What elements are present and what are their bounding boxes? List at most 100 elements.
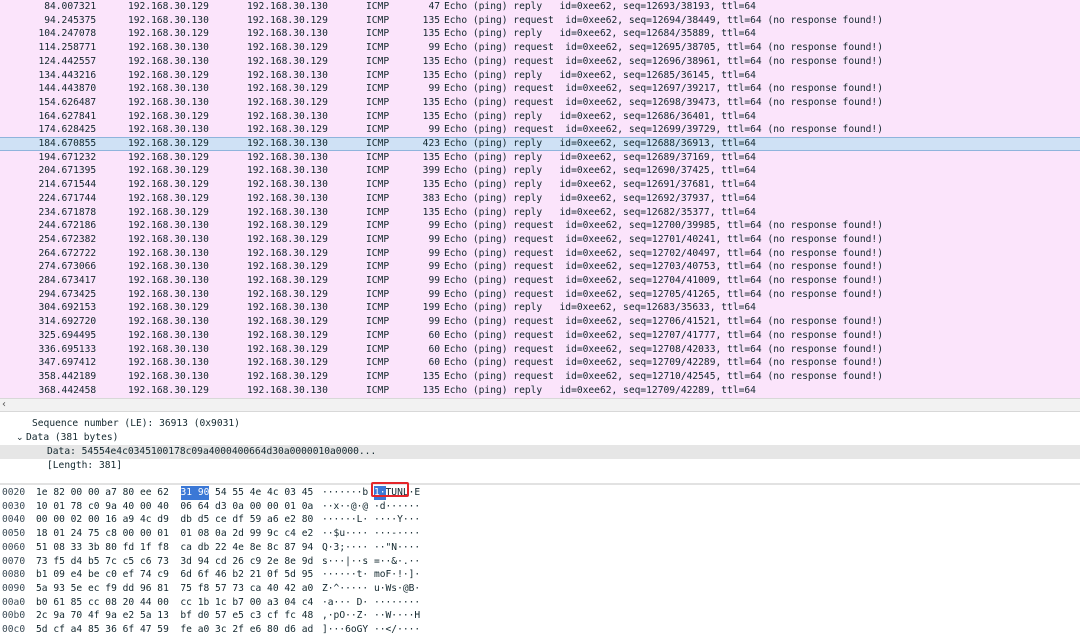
bytes-ascii[interactable]: Q·3;···· ··"N····: [322, 541, 420, 555]
packet-len: 99: [428, 247, 440, 259]
packet-src: 192.168.30.129: [128, 110, 209, 122]
packet-row[interactable]: 34 7.697412 192.168.30.130 192.168.30.129 IC…: [0, 356, 1080, 370]
packet-info: Echo (ping) request id=0xee62, seq=12708…: [444, 343, 883, 355]
packet-row[interactable]: 25 4.672382 192.168.30.130 192.168.30.129 IC…: [0, 233, 1080, 247]
packet-info: Echo (ping) request id=0xee62, seq=12704…: [444, 275, 883, 286]
packet-dst: 192.168.30.129: [247, 316, 328, 328]
packet-row[interactable]: 16 4.627841 192.168.30.129 192.168.30.130 IC…: [0, 110, 1080, 124]
packet-len: 135: [422, 96, 440, 108]
packet-row[interactable]: 32 5.694495 192.168.30.130 192.168.30.129 IC…: [0, 329, 1080, 343]
bytes-row[interactable]: 0070 73 f5 d4 b5 7c c5 c6 73 3d 94 cd 26 …: [0, 555, 1080, 569]
packet-no: 22: [38, 192, 50, 204]
scroll-left-arrow-icon[interactable]: ‹: [2, 399, 12, 411]
bytes-ascii[interactable]: ······t· moF·!·]·: [322, 568, 420, 582]
detail-sequence-number-le[interactable]: Sequence number (LE): 36913 (0x9031): [32, 417, 240, 431]
bytes-ascii[interactable]: Z·^····· u·Ws·@B·: [322, 582, 420, 596]
bytes-hex[interactable]: 18 01 24 75 c8 00 00 01 01 08 0a 2d 99 9…: [36, 527, 313, 541]
horizontal-scrollbar[interactable]: ‹: [0, 398, 1080, 412]
packet-row[interactable]: 26 4.672722 192.168.30.130 192.168.30.129 IC…: [0, 247, 1080, 261]
packet-row[interactable]: 9 4.245375 192.168.30.130 192.168.30.129 ICM…: [0, 14, 1080, 28]
tree-expanded-icon[interactable]: ⌄: [16, 432, 26, 446]
bytes-row[interactable]: 00c0 5d cf a4 85 36 6f 47 59 fe a0 3c 2f …: [0, 623, 1080, 637]
bytes-row[interactable]: 0060 51 08 33 3b 80 fd 1f f8 ca db 22 4e …: [0, 541, 1080, 555]
bytes-hex[interactable]: 5a 93 5e ec f9 dd 96 81 75 f8 57 73 ca 4…: [36, 582, 313, 596]
packet-row[interactable]: 31 4.692720 192.168.30.130 192.168.30.129 IC…: [0, 315, 1080, 329]
selected-hex-bytes[interactable]: 31 90: [180, 486, 210, 500]
bytes-ascii[interactable]: ··$u···· ···-····: [322, 527, 420, 541]
packet-row[interactable]: 27 4.673066 192.168.30.130 192.168.30.129 IC…: [0, 260, 1080, 274]
packet-no: 28: [38, 275, 50, 286]
packet-src: 192.168.30.129: [128, 192, 209, 204]
packet-time: 4.673066: [50, 261, 97, 273]
detail-data-tree[interactable]: ⌄ Data (381 bytes): [16, 431, 118, 445]
packet-row[interactable]: 30 4.692153 192.168.30.129 192.168.30.130 IC…: [0, 301, 1080, 315]
packet-proto: ICMP: [366, 110, 390, 122]
packet-row[interactable]: 36 8.442458 192.168.30.129 192.168.30.130 IC…: [0, 384, 1080, 398]
bytes-row[interactable]: 0050 18 01 24 75 c8 00 00 01 01 08 0a 2d …: [0, 527, 1080, 541]
bytes-hex[interactable]: 5d cf a4 85 36 6f 47 59 fe a0 3c 2f e6 8…: [36, 623, 313, 637]
bytes-row[interactable]: 00a0 b0 61 85 cc 08 20 44 00 cc 1b 1c b7 …: [0, 596, 1080, 610]
bytes-row[interactable]: 00b0 2c 9a 70 4f 9a e2 5a 13 bf d0 57 e5 …: [0, 609, 1080, 623]
bytes-row[interactable]: 0090 5a 93 5e ec f9 dd 96 81 75 f8 57 73 …: [0, 582, 1080, 596]
packet-proto: ICMP: [366, 384, 390, 396]
bytes-ascii[interactable]: ··x··@·@ ·d······: [322, 500, 420, 514]
packet-no: 9: [44, 14, 50, 26]
bytes-ascii[interactable]: s···|··s =··&·.··: [322, 555, 420, 569]
packet-row[interactable]: 13 4.443216 192.168.30.129 192.168.30.130 IC…: [0, 69, 1080, 83]
bytes-hex[interactable]: b1 09 e4 be c0 ef 74 c9 6d 6f 46 b2 21 0…: [36, 568, 313, 582]
packet-bytes-pane[interactable]: 0020 1e 82 00 00 a7 80 ee 62 31 90 54 55 …: [0, 486, 1080, 635]
packet-proto: ICMP: [366, 179, 390, 191]
bytes-hex[interactable]: 73 f5 d4 b5 7c c5 c6 73 3d 94 cd 26 c9 2…: [36, 555, 313, 569]
packet-row[interactable]: 17 4.628425 192.168.30.130 192.168.30.129 IC…: [0, 123, 1080, 137]
packet-row[interactable]: 8 4.007321 192.168.30.129 192.168.30.130 ICM…: [0, 0, 1080, 14]
detail-data-length[interactable]: [Length: 381]: [47, 459, 122, 473]
packet-len: 135: [422, 110, 440, 122]
bytes-row[interactable]: 0080 b1 09 e4 be c0 ef 74 c9 6d 6f 46 b2 …: [0, 568, 1080, 582]
packet-row[interactable]: 14 4.443870 192.168.30.130 192.168.30.129 IC…: [0, 82, 1080, 96]
packet-row[interactable]: 28 4.673417 192.168.30.130 192.168.30.129 IC…: [0, 274, 1080, 288]
packet-dst: 192.168.30.129: [247, 14, 328, 26]
pane-divider[interactable]: [0, 483, 1080, 485]
packet-src: 192.168.30.130: [128, 288, 209, 300]
packet-row[interactable]: 23 4.671878 192.168.30.129 192.168.30.130 IC…: [0, 206, 1080, 220]
packet-row[interactable]: 22 4.671744 192.168.30.129 192.168.30.130 IC…: [0, 192, 1080, 206]
packet-len: 47: [428, 1, 440, 12]
packet-row[interactable]: 10 4.247078 192.168.30.129 192.168.30.130 IC…: [0, 27, 1080, 41]
bytes-ascii[interactable]: ]···6oGY ··</····: [322, 623, 420, 637]
bytes-row[interactable]: 0040 00 00 02 00 16 a9 4c d9 db d5 ce df …: [0, 513, 1080, 527]
packet-proto: ICMP: [366, 247, 390, 259]
bytes-ascii[interactable]: ·a··· D· ········: [322, 596, 420, 610]
packet-len: 60: [428, 357, 440, 369]
bytes-row[interactable]: 0020 1e 82 00 00 a7 80 ee 62 31 90 54 55 …: [0, 486, 1080, 500]
packet-no: 8: [44, 1, 50, 12]
packet-len: 199: [422, 302, 440, 314]
packet-row[interactable]: 18 4.670855 192.168.30.129 192.168.30.130 IC…: [0, 137, 1080, 151]
bytes-ascii[interactable]: ,·pO··Z· ··W····H: [322, 609, 420, 623]
bytes-row[interactable]: 0030 10 01 78 c0 9a 40 00 40 06 64 d3 0a …: [0, 500, 1080, 514]
bytes-hex[interactable]: 1e 82 00 00 a7 80 ee 62 31 90 54 55 4e 4…: [36, 486, 313, 500]
bytes-hex[interactable]: 2c 9a 70 4f 9a e2 5a 13 bf d0 57 e5 c3 c…: [36, 609, 313, 623]
packet-row[interactable]: 35 8.442189 192.168.30.130 192.168.30.129 IC…: [0, 370, 1080, 384]
bytes-hex[interactable]: b0 61 85 cc 08 20 44 00 cc 1b 1c b7 00 a…: [36, 596, 313, 610]
packet-time: 4.628425: [50, 124, 97, 136]
bytes-hex[interactable]: 10 01 78 c0 9a 40 00 40 06 64 d3 0a 00 0…: [36, 500, 313, 514]
packet-details-pane[interactable]: Sequence number (LE): 36913 (0x9031) ⌄ Da…: [0, 417, 1080, 483]
packet-row[interactable]: 29 4.673425 192.168.30.130 192.168.30.129 IC…: [0, 288, 1080, 302]
packet-row[interactable]: 21 4.671544 192.168.30.129 192.168.30.130 IC…: [0, 178, 1080, 192]
bytes-hex[interactable]: 51 08 33 3b 80 fd 1f f8 ca db 22 4e 8e 8…: [36, 541, 313, 555]
detail-data-value-row[interactable]: Data: 54554e4c0345100178c09a4000400664d3…: [0, 445, 1080, 459]
bytes-ascii[interactable]: ······L· ····Y···: [322, 513, 420, 527]
packet-list[interactable]: 8 4.007321 192.168.30.129 192.168.30.130 ICM…: [0, 0, 1080, 398]
packet-info: Echo (ping) request id=0xee62, seq=12707…: [444, 329, 883, 341]
packet-row[interactable]: 33 6.695133 192.168.30.130 192.168.30.129 IC…: [0, 343, 1080, 357]
packet-dst: 192.168.30.130: [247, 151, 328, 163]
packet-row[interactable]: 15 4.626487 192.168.30.130 192.168.30.129 IC…: [0, 96, 1080, 110]
bytes-hex[interactable]: 00 00 02 00 16 a9 4c d9 db d5 ce df 59 a…: [36, 513, 313, 527]
packet-row[interactable]: 11 4.258771 192.168.30.130 192.168.30.129 IC…: [0, 41, 1080, 55]
packet-dst: 192.168.30.130: [247, 206, 328, 218]
packet-no: 36: [38, 384, 50, 396]
packet-row[interactable]: 12 4.442557 192.168.30.130 192.168.30.129 IC…: [0, 55, 1080, 69]
packet-row[interactable]: 24 4.672186 192.168.30.130 192.168.30.129 IC…: [0, 219, 1080, 233]
packet-row[interactable]: 20 4.671395 192.168.30.129 192.168.30.130 IC…: [0, 164, 1080, 178]
packet-row[interactable]: 19 4.671232 192.168.30.129 192.168.30.130 IC…: [0, 151, 1080, 165]
